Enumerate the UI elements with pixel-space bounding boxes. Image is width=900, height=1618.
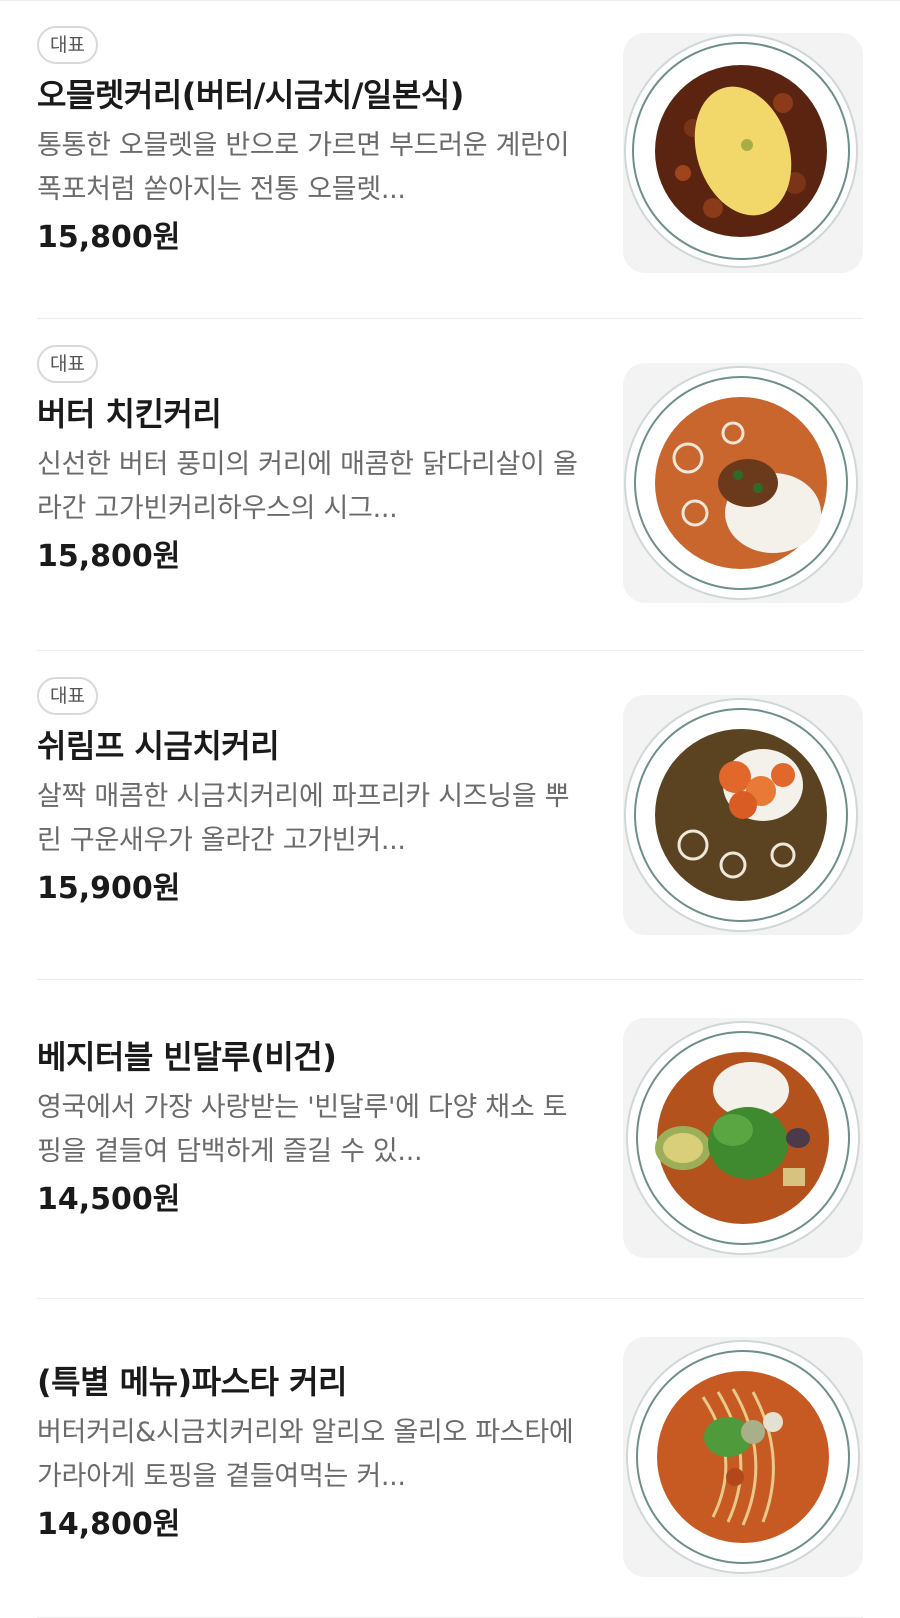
menu-item-name: (특별 메뉴)파스타 커리 (37, 1363, 348, 1401)
menu-item[interactable]: 베지터블 빈달루(비건) 영국에서 가장 사랑받는 '빈달루'에 다양 채소 토… (0, 980, 900, 1298)
menu-item-description: 살짝 매콤한 시금치커리에 파프리카 시즈닝을 뿌린 구운새우가 올라간 고가빈… (37, 781, 570, 856)
menu-item-name: 베지터블 빈달루(비건) (37, 1038, 337, 1076)
menu-item-price: 15,800원 (37, 220, 181, 255)
shrimp-spinach-curry-photo (624, 698, 858, 932)
menu-item-image[interactable] (623, 1337, 863, 1577)
menu-item-description: 버터커리&시금치커리와 알리오 올리오 파스타에 가라아게 토핑을 곁들여먹는 … (37, 1417, 574, 1492)
menu-item-price: 15,900원 (37, 871, 181, 906)
menu-item-image[interactable] (623, 1018, 863, 1258)
menu-item[interactable]: 대표 버터 치킨커리 신선한 버터 풍미의 커리에 매콤한 닭다리살이 올라간 … (0, 319, 900, 650)
menu-item-description: 신선한 버터 풍미의 커리에 매콤한 닭다리살이 올라간 고가빈커리하우스의 시… (37, 449, 578, 524)
menu-item[interactable]: 대표 오믈렛커리(버터/시금치/일본식) 통통한 오믈렛을 반으로 가르면 부드… (0, 0, 900, 318)
butter-chicken-curry-photo (624, 366, 858, 600)
menu-item-image[interactable] (623, 33, 863, 273)
menu-item-name: 쉬림프 시금치커리 (37, 727, 280, 765)
menu-list: 대표 오믈렛커리(버터/시금치/일본식) 통통한 오믈렛을 반으로 가르면 부드… (0, 0, 900, 1618)
signature-badge: 대표 (37, 345, 98, 383)
menu-item[interactable]: (특별 메뉴)파스타 커리 버터커리&시금치커리와 알리오 올리오 파스타에 가… (0, 1299, 900, 1618)
menu-item-price: 14,500원 (37, 1182, 181, 1217)
menu-item-price: 15,800원 (37, 539, 181, 574)
menu-item-description: 통통한 오믈렛을 반으로 가르면 부드러운 계란이 폭포처럼 쏟아지는 전통 오… (37, 130, 570, 205)
menu-item-description: 영국에서 가장 사랑받는 '빈달루'에 다양 채소 토핑을 곁들여 담백하게 즐… (37, 1092, 568, 1167)
menu-item-price: 14,800원 (37, 1507, 181, 1542)
menu-item-image[interactable] (623, 363, 863, 603)
menu-item[interactable]: 대표 쉬림프 시금치커리 살짝 매콤한 시금치커리에 파프리카 시즈닝을 뿌린 … (0, 651, 900, 979)
menu-item-image[interactable] (623, 695, 863, 935)
vegetable-vindaloo-photo (626, 1021, 860, 1255)
menu-item-name: 버터 치킨커리 (37, 395, 222, 433)
menu-item-text: 베지터블 빈달루(비건) 영국에서 가장 사랑받는 '빈달루'에 다양 채소 토… (37, 1034, 582, 1222)
pasta-curry-photo (626, 1340, 860, 1574)
menu-item-text: 대표 버터 치킨커리 신선한 버터 풍미의 커리에 매콤한 닭다리살이 올라간 … (37, 345, 582, 579)
signature-badge: 대표 (37, 677, 98, 715)
menu-item-name: 오믈렛커리(버터/시금치/일본식) (37, 76, 464, 114)
menu-item-text: 대표 오믈렛커리(버터/시금치/일본식) 통통한 오믈렛을 반으로 가르면 부드… (37, 26, 582, 260)
menu-item-text: 대표 쉬림프 시금치커리 살짝 매콤한 시금치커리에 파프리카 시즈닝을 뿌린 … (37, 677, 582, 911)
signature-badge: 대표 (37, 26, 98, 64)
menu-item-text: (특별 메뉴)파스타 커리 버터커리&시금치커리와 알리오 올리오 파스타에 가… (37, 1359, 582, 1547)
omelette-curry-photo (624, 34, 858, 268)
